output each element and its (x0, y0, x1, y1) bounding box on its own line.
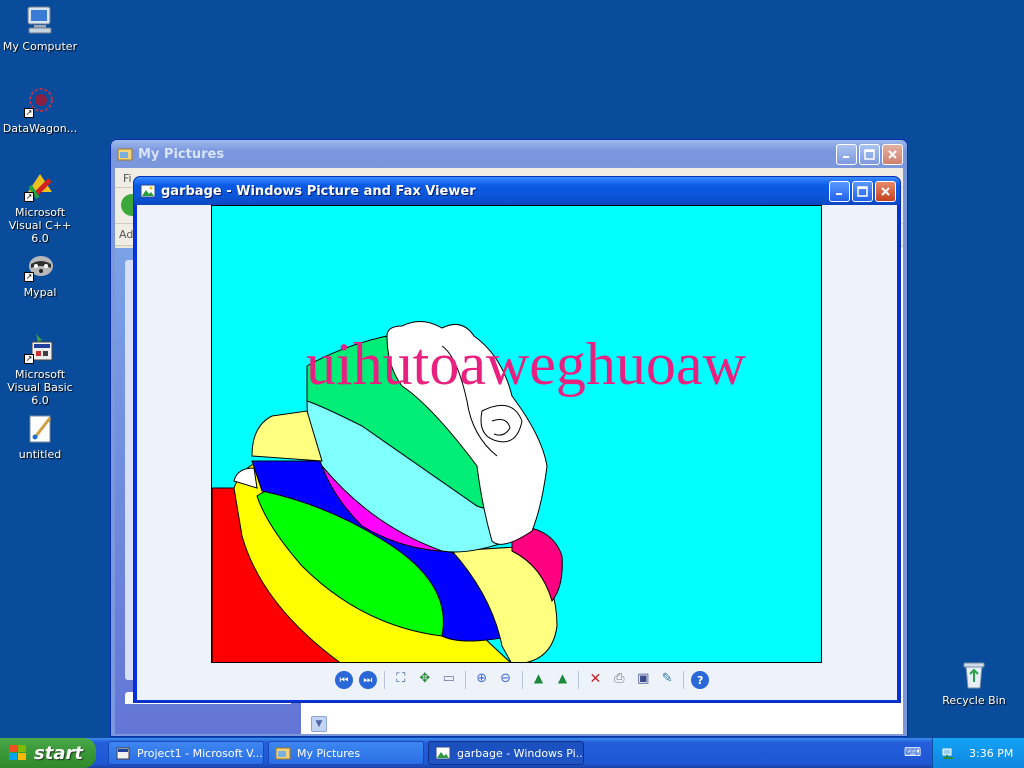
best-fit-icon[interactable]: ⛶ (392, 671, 410, 689)
rotate-clockwise-icon[interactable]: ▲ (530, 671, 548, 689)
rotate-counterclockwise-icon[interactable]: ▲ (554, 671, 572, 689)
picture-viewer-titlebar[interactable]: garbage - Windows Picture and Fax Viewer (134, 177, 900, 205)
image-drawing (212, 321, 563, 662)
toolbar-separator (578, 671, 580, 689)
actual-size-icon[interactable]: ✥ (416, 671, 434, 689)
desktop-icon-my-computer[interactable]: My Computer (0, 4, 80, 53)
desktop-icon-visual-basic[interactable]: ↗ Microsoft Visual Basic 6.0 (0, 332, 80, 407)
taskbar-button-project1[interactable]: Project1 - Microsoft V... (108, 741, 264, 765)
zoom-out-icon[interactable]: ⊖ (497, 671, 515, 689)
task-label: My Pictures (297, 746, 361, 760)
desktop-icon-label: untitled (18, 448, 62, 461)
network-icon[interactable] (941, 745, 957, 761)
window-title: garbage - Windows Picture and Fax Viewer (161, 183, 476, 199)
shortcut-arrow-icon: ↗ (24, 354, 34, 364)
toolbar-separator (383, 671, 385, 689)
desktop-icon-datawagon[interactable]: ↗ DataWagon... (0, 86, 80, 135)
taskbar-button-my-pictures[interactable]: My Pictures (268, 741, 424, 765)
previous-image-icon[interactable]: ⏮ (335, 671, 353, 689)
desktop-icon-label: Microsoft Visual C++ 6.0 (8, 206, 72, 245)
folder-pictures-icon (117, 146, 133, 162)
scrollbar-down-button[interactable]: ▼ (311, 716, 327, 732)
picture-viewer-app-icon (435, 745, 451, 761)
start-label: start (34, 742, 83, 764)
task-label: Project1 - Microsoft V... (137, 746, 263, 760)
print-icon[interactable]: ⎙ (610, 671, 628, 689)
slideshow-icon[interactable]: ▭ (440, 671, 458, 689)
task-label: garbage - Windows Pi... (457, 746, 584, 760)
save-icon[interactable]: ▣ (634, 671, 652, 689)
next-image-icon[interactable]: ⏭ (358, 671, 377, 689)
start-button[interactable]: start (0, 738, 96, 768)
folder-pictures-icon (275, 745, 291, 761)
shortcut-arrow-icon: ↗ (24, 192, 34, 202)
viewer-body: uihutoaweghuoaw ⏮ ⏭ ⛶ ✥ ▭ ⊕ ⊖ ▲ ▲ ✕ ⎙ ▣ … (137, 205, 897, 700)
recycle-bin-icon (958, 658, 990, 690)
close-button[interactable] (882, 143, 903, 165)
maximize-button[interactable] (859, 143, 880, 165)
displayed-image: uihutoaweghuoaw (211, 205, 822, 663)
toolbar-separator (521, 671, 523, 689)
system-tray: 3:36 PM (932, 738, 1024, 768)
paint-document-icon (24, 412, 56, 444)
desktop-icon-visual-cpp[interactable]: ↗ Microsoft Visual C++ 6.0 (0, 170, 80, 245)
file-menu[interactable]: Fi (123, 172, 132, 185)
minimize-button[interactable] (829, 180, 850, 202)
edit-icon[interactable]: ✎ (658, 671, 676, 689)
picture-viewer-app-icon (140, 183, 156, 199)
help-icon[interactable]: ? (691, 671, 710, 689)
picture-viewer-window[interactable]: garbage - Windows Picture and Fax Viewer (133, 176, 901, 703)
mypal-raccoon-icon: ↗ (24, 250, 56, 282)
minimize-button[interactable] (836, 143, 857, 165)
taskbar-button-garbage-viewer[interactable]: garbage - Windows Pi... (428, 741, 584, 765)
shortcut-arrow-icon: ↗ (24, 272, 34, 282)
maximize-button[interactable] (852, 180, 873, 202)
desktop-icon-untitled[interactable]: untitled (0, 412, 80, 461)
clock[interactable]: 3:36 PM (969, 747, 1013, 760)
viewer-toolbar: ⏮ ⏭ ⛶ ✥ ▭ ⊕ ⊖ ▲ ▲ ✕ ⎙ ▣ ✎ ? (332, 669, 712, 691)
windows-flag-icon (8, 744, 28, 762)
desktop-icon-mypal[interactable]: ↗ Mypal (0, 250, 80, 299)
desktop-icon-recycle-bin[interactable]: Recycle Bin (934, 658, 1014, 707)
desktop-icon-label: My Computer (2, 40, 78, 53)
visual-basic-icon (115, 745, 131, 761)
visual-basic-icon: ↗ (24, 332, 56, 364)
zoom-in-icon[interactable]: ⊕ (473, 671, 491, 689)
close-button[interactable] (875, 180, 896, 202)
address-label: Ad (119, 228, 134, 241)
keyboard-icon[interactable]: ⌨ (904, 745, 921, 761)
desktop-icon-label: Recycle Bin (942, 694, 1006, 707)
desktop-icon-label: Microsoft Visual Basic 6.0 (7, 368, 73, 407)
toolbar-separator (683, 671, 685, 689)
shortcut-arrow-icon: ↗ (24, 108, 34, 118)
desktop-icon-label: DataWagon... (2, 122, 78, 135)
my-computer-icon (24, 4, 56, 36)
toolbar-separator (464, 671, 466, 689)
visual-cpp-icon: ↗ (24, 170, 56, 202)
datawagon-icon: ↗ (24, 86, 56, 118)
delete-icon[interactable]: ✕ (586, 671, 604, 689)
my-pictures-titlebar[interactable]: My Pictures (111, 140, 907, 168)
taskbar: start Project1 - Microsoft V... My Pictu… (0, 738, 1024, 768)
desktop-icon-label: Mypal (23, 286, 57, 299)
window-title: My Pictures (138, 146, 225, 162)
image-text: uihutoaweghuoaw (306, 331, 746, 397)
